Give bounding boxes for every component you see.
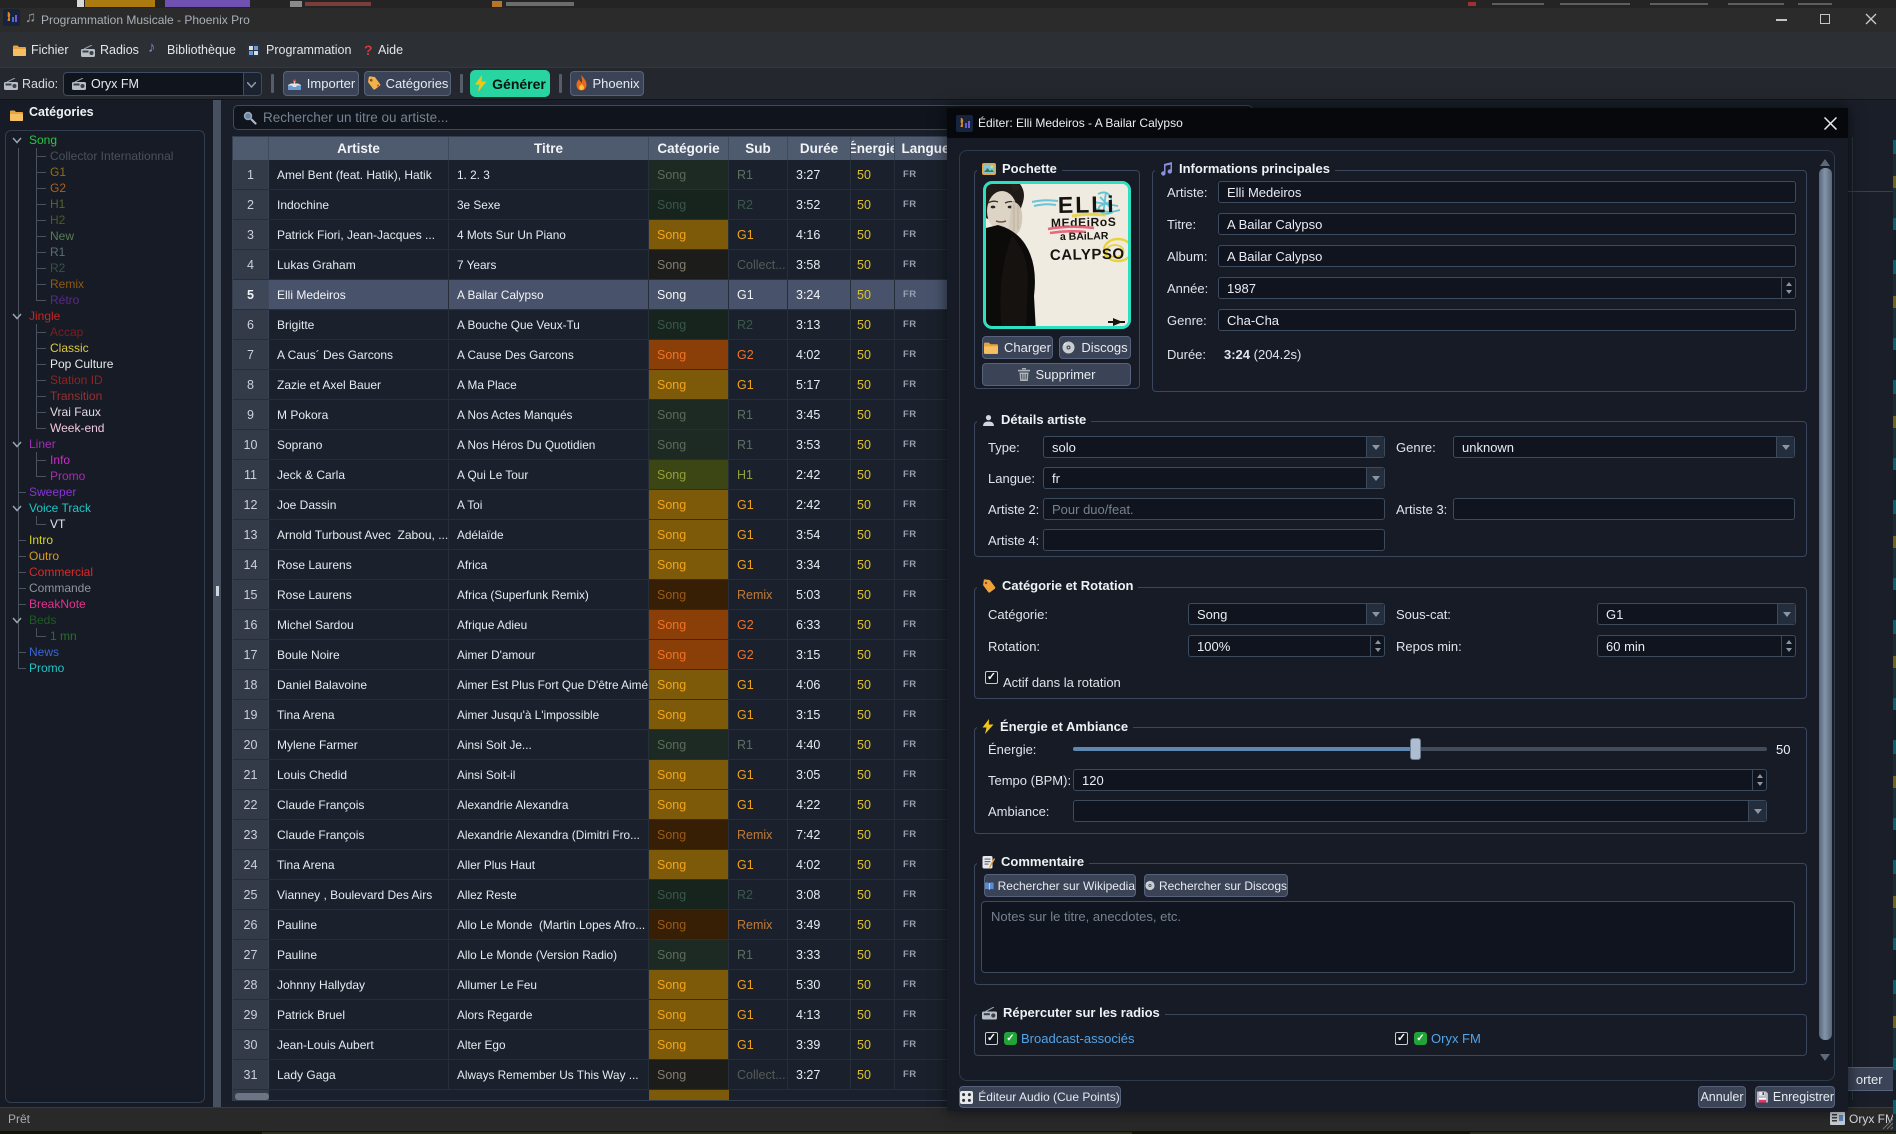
svg-text:a BAiLAR: a BAiLAR <box>1060 230 1109 243</box>
svg-text:MINI 45T: MINI 45T <box>1104 326 1127 329</box>
svg-text:CALYPSO: CALYPSO <box>1050 246 1125 264</box>
